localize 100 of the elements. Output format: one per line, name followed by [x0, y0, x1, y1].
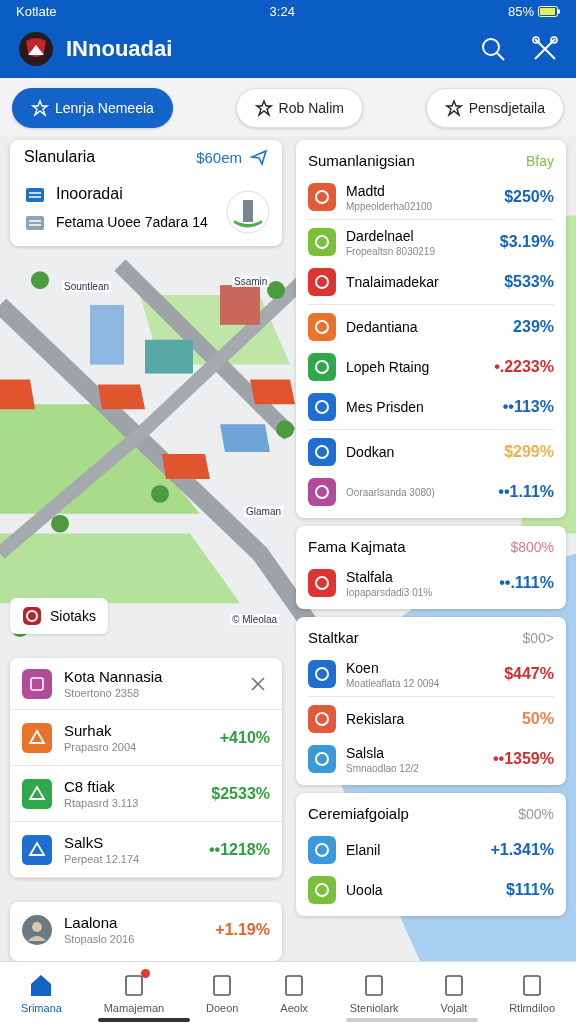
- map-label: Ssamin: [232, 276, 270, 287]
- stats-row[interactable]: Ooraarlsanda 3080) ••1.11%: [308, 472, 554, 512]
- item-name: Uoola: [346, 882, 384, 898]
- stats-row[interactable]: Salsla Smnaodlao 12/2 ••1359%: [308, 739, 554, 779]
- nav-tab[interactable]: Vojalt: [438, 972, 470, 1014]
- tile-icon: [308, 268, 336, 296]
- item-subtitle: Perpeat 12.174: [64, 853, 141, 865]
- percent-value: $447%: [504, 665, 554, 683]
- carrier-label: Kotlate: [16, 3, 57, 19]
- map-label: Sountlean: [62, 281, 112, 292]
- item-name: Mes Prisden: [346, 399, 425, 415]
- panel-value: $00>: [522, 629, 554, 646]
- percent-value: ••1.11%: [498, 483, 554, 501]
- percent-value: $533%: [504, 273, 554, 291]
- tile-icon: [308, 393, 336, 421]
- item-name: Tnalaimadekar: [346, 274, 440, 290]
- item-name: Rekislara: [346, 711, 406, 727]
- tree: [267, 281, 285, 299]
- nav-tab[interactable]: Srimana: [18, 972, 64, 1014]
- percent-value: +410%: [219, 728, 270, 747]
- percent-value: ••1218%: [208, 840, 270, 859]
- nav-tab[interactable]: Mamajeman: [101, 972, 167, 1014]
- percent-value: 50%: [521, 710, 554, 728]
- item-subtitle: Smnaodlao 12/2: [346, 762, 420, 774]
- item-name: SalkS: [64, 834, 105, 851]
- percent-value: 239%: [513, 318, 554, 336]
- stats-row[interactable]: Dardelnael Fropealtsn 8030219 $3.19%: [308, 222, 554, 262]
- notification-dot: [140, 969, 150, 978]
- list-subtitle: Stoertono 2358: [64, 687, 141, 699]
- nav-tab[interactable]: Steniolark: [347, 972, 401, 1014]
- item-subtitle: Prapasro 2004: [64, 741, 138, 753]
- filter-chip[interactable]: Rob Nalim: [235, 88, 363, 128]
- tile-icon: [308, 478, 336, 506]
- percent-value: $3.19%: [499, 233, 554, 251]
- panel-title: Sumanlanigsian: [308, 152, 415, 169]
- tile-icon: [22, 722, 52, 753]
- item-name: Laalona: [64, 914, 119, 931]
- pin-icon: [22, 606, 42, 626]
- logo-icon: [18, 31, 54, 67]
- item-subtitle: Rtapasrd 3.113: [64, 797, 140, 809]
- office-building: [145, 339, 193, 374]
- stats-row[interactable]: Lopeh Rtaing •.2233%: [308, 347, 554, 387]
- item-name: Elanil: [346, 842, 382, 858]
- stats-row[interactable]: Mes Prisden ••113%: [308, 387, 554, 427]
- tile-icon: [308, 183, 336, 211]
- nav-tab[interactable]: Aeolx: [278, 972, 310, 1014]
- tree: [31, 271, 49, 290]
- stats-row[interactable]: Uoola $111%: [308, 870, 554, 910]
- percent-value: $2533%: [211, 784, 270, 803]
- map-label: © Mleolaa: [230, 614, 280, 625]
- percent-value: ••1359%: [492, 750, 554, 768]
- tower-icon: [226, 190, 270, 234]
- item-subtitle: Ooraarlsanda 3080): [346, 486, 436, 498]
- tree: [151, 484, 169, 503]
- tile-icon: [308, 876, 336, 904]
- search-icon[interactable]: [480, 36, 506, 62]
- tile-icon: [308, 745, 336, 773]
- stats-row[interactable]: Tnalaimadekar $533%: [308, 262, 554, 302]
- nav-tab[interactable]: Rtlmdiloo: [507, 972, 558, 1014]
- tile-icon: [308, 705, 336, 733]
- stats-row[interactable]: Elanil +1.341%: [308, 830, 554, 870]
- location-text: Inooradai: [56, 185, 123, 203]
- tile-icon: [308, 353, 336, 381]
- panel-value: $800%: [510, 538, 554, 555]
- item-subtitle: Stopaslo 2016: [64, 933, 136, 945]
- list-row[interactable]: Surhak Prapasro 2004 +410%: [10, 710, 282, 766]
- tile-icon: [22, 834, 52, 865]
- stats-row[interactable]: Dedantiana 239%: [308, 307, 554, 347]
- stats-row[interactable]: Stalfala Iopaparsdadi3 01% ••.111%: [308, 563, 554, 603]
- list-row[interactable]: Laalona Stopaslo 2016 +1.19%: [10, 902, 282, 961]
- panel-title: Ceremiafgoialp: [308, 805, 409, 822]
- stats-row[interactable]: Rekislara 50%: [308, 699, 554, 739]
- house-roof: [220, 424, 270, 453]
- clock-time: 3:24: [269, 3, 295, 19]
- stats-row[interactable]: Koen Moatleaflata 12 0094 $447%: [308, 654, 554, 694]
- star-icon: [444, 99, 463, 117]
- tools-icon[interactable]: [532, 36, 558, 62]
- location-title: Slanularia: [24, 148, 97, 166]
- item-name: Dedantiana: [346, 319, 419, 335]
- tile-icon: [308, 660, 336, 688]
- item-name: Koen: [346, 659, 380, 676]
- percent-value: $299%: [504, 443, 554, 461]
- filter-chip[interactable]: Pensdjetaila: [425, 88, 564, 128]
- list-row[interactable]: SalkS Perpeat 12.174 ••1218%: [10, 822, 282, 878]
- nav-tab[interactable]: Doeon: [204, 972, 241, 1014]
- plane-icon[interactable]: [250, 148, 268, 166]
- stats-row[interactable]: Dodkan $299%: [308, 432, 554, 472]
- location-amount: $60em: [196, 148, 242, 166]
- stats-row[interactable]: Madtd Mppeolderha02100 $250%: [308, 177, 554, 217]
- place-chip[interactable]: Siotaks: [10, 598, 108, 634]
- percent-value: +1.341%: [490, 841, 554, 859]
- item-name: Surhak: [64, 722, 113, 739]
- brick-building: [220, 285, 260, 325]
- avatar-icon: [22, 914, 52, 945]
- list-row[interactable]: C8 ftiak Rtapasrd 3.113 $2533%: [10, 766, 282, 822]
- app-title: INnouadai: [66, 36, 174, 62]
- item-name: Madtd: [346, 182, 386, 199]
- tile-icon: [308, 228, 336, 256]
- item-name: Dardelnael: [346, 227, 415, 244]
- filter-chip[interactable]: Lenrja Nemeeia: [12, 88, 173, 128]
